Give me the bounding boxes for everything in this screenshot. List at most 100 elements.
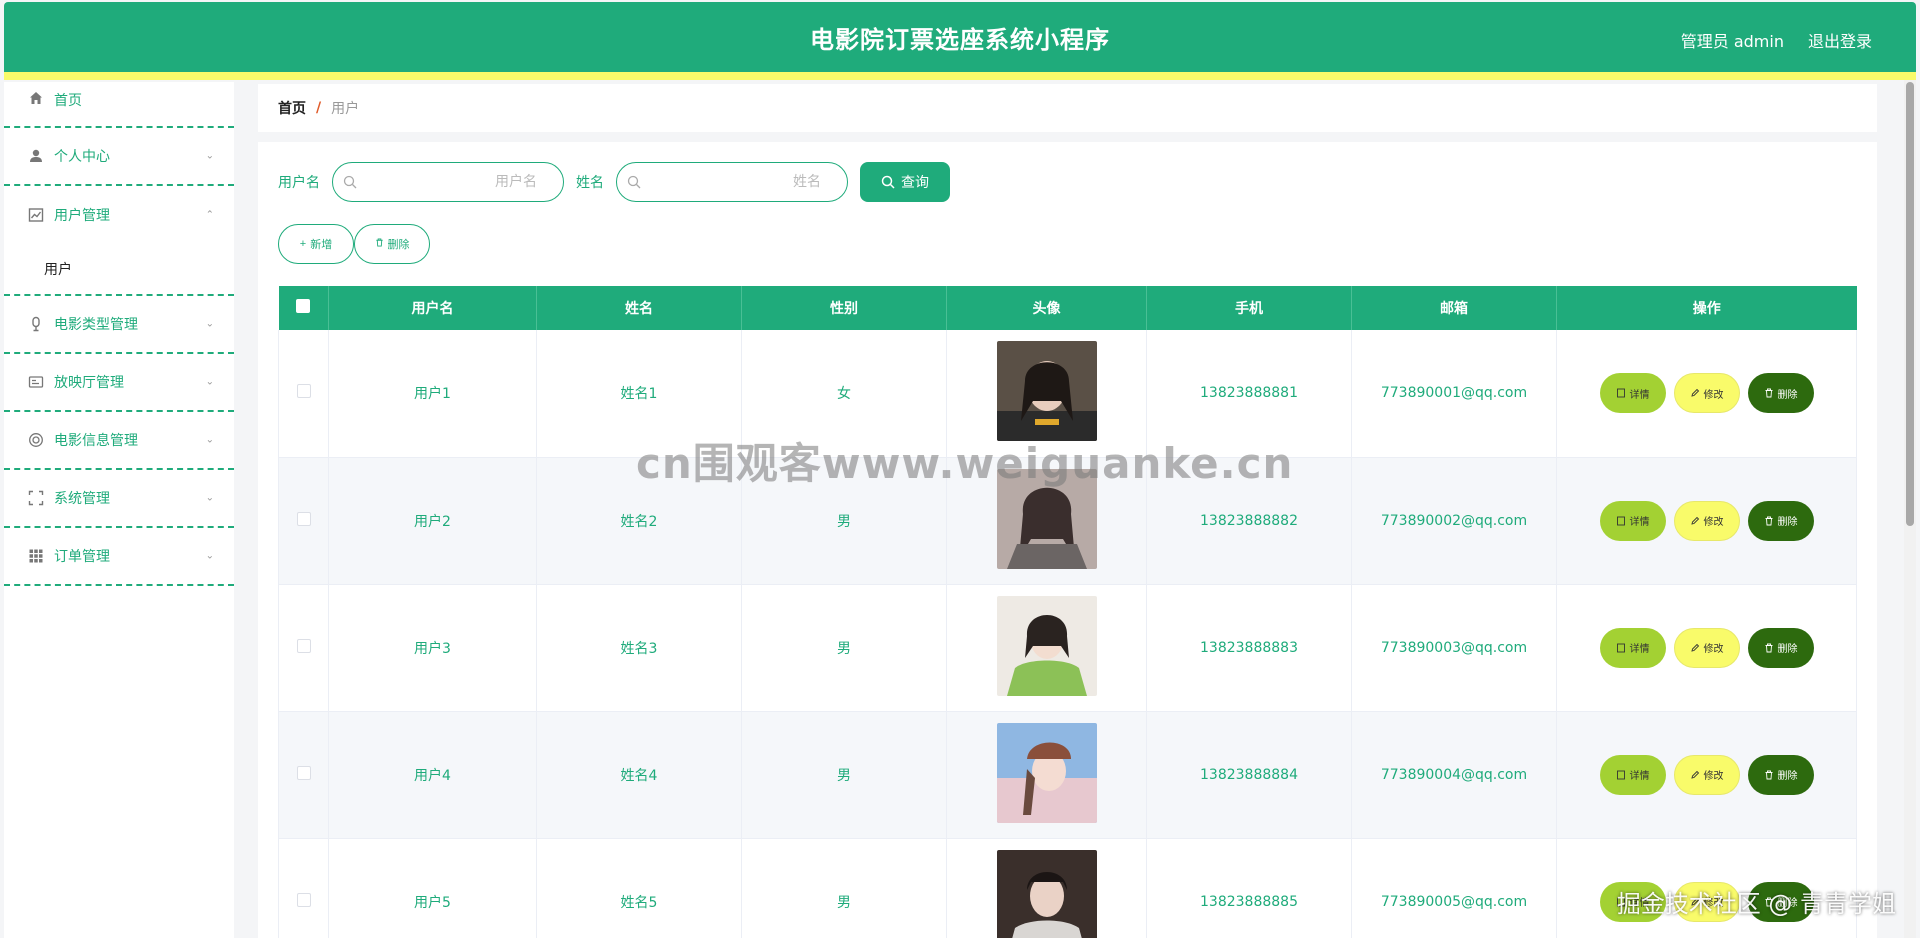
select-all-checkbox[interactable] <box>296 299 311 313</box>
mic-icon <box>28 316 44 332</box>
scrollbar-thumb[interactable] <box>1906 82 1914 526</box>
page-scrollbar[interactable] <box>1904 80 1916 938</box>
search-icon <box>627 175 641 189</box>
cell-email: 773890003@qq.com <box>1351 584 1557 712</box>
edit-button[interactable]: 修改 <box>1673 500 1740 541</box>
add-button[interactable]: + 新增 <box>278 224 354 264</box>
row-checkbox[interactable] <box>296 511 311 526</box>
chevron-down-icon: ⌄ <box>205 434 214 446</box>
delete-label: 删除 <box>1777 644 1798 655</box>
sidebar-item-movie-type[interactable]: 电影类型管理 ⌄ <box>4 296 234 354</box>
delete-button[interactable]: 删除 <box>1747 754 1814 795</box>
query-button[interactable]: 查询 <box>860 162 950 202</box>
sidebar-item-home[interactable]: 首页 <box>4 82 234 128</box>
edit-label: 修改 <box>1703 771 1724 782</box>
sidebar-item-movie-info[interactable]: 电影信息管理 ⌄ <box>4 412 234 470</box>
avatar[interactable] <box>996 849 1097 938</box>
cell-gender: 男 <box>741 584 947 712</box>
sidebar-item-user-management[interactable]: 用户管理 ⌃ <box>4 186 234 244</box>
cell-phone: 13823888884 <box>1146 711 1352 839</box>
document-icon <box>1616 770 1625 779</box>
header-accent-bar <box>4 72 1916 80</box>
chevron-down-icon: ⌄ <box>205 376 214 388</box>
table-row: 用户1 姓名1 女 13823888881 773890001@qq.com 详… <box>278 330 1857 458</box>
top-header: 电影院订票选座系统小程序 管理员 admin 退出登录 <box>4 2 1916 74</box>
chevron-down-icon: ⌄ <box>205 550 214 562</box>
sidebar-item-hall[interactable]: 放映厅管理 ⌄ <box>4 354 234 412</box>
row-checkbox[interactable] <box>296 384 311 399</box>
cell-phone: 13823888883 <box>1146 584 1352 712</box>
edit-button[interactable]: 修改 <box>1673 754 1740 795</box>
detail-label: 详情 <box>1629 771 1650 782</box>
select-all-cell <box>278 286 329 330</box>
sidebar-subitem-users[interactable]: 用户 <box>4 244 234 294</box>
avatar[interactable] <box>996 595 1097 696</box>
plus-icon: + <box>299 238 307 250</box>
sidebar-item-label: 电影信息管理 <box>54 433 138 449</box>
delete-button[interactable]: 删除 <box>1747 500 1814 541</box>
cell-username: 用户2 <box>328 457 537 585</box>
delete-label: 删除 <box>1777 517 1798 528</box>
admin-label[interactable]: 管理员 admin <box>1681 28 1784 52</box>
row-actions: 详情 修改 删除 <box>1557 881 1856 922</box>
document-icon <box>1616 516 1625 525</box>
breadcrumb-current: 用户 <box>331 101 360 117</box>
cell-gender: 男 <box>741 457 947 585</box>
sidebar-item-label: 放映厅管理 <box>54 375 124 391</box>
breadcrumb-home[interactable]: 首页 <box>278 98 306 118</box>
home-icon <box>28 90 44 106</box>
sidebar-item-label: 用户管理 <box>54 208 110 224</box>
cell-gender: 女 <box>741 330 947 458</box>
detail-button[interactable]: 详情 <box>1599 500 1666 541</box>
detail-button[interactable]: 详情 <box>1599 627 1666 668</box>
sidebar-item-orders[interactable]: 订单管理 ⌄ <box>4 528 234 586</box>
pencil-icon <box>1690 389 1699 397</box>
card-icon <box>28 374 44 390</box>
username-label: 用户名 <box>278 175 320 191</box>
pencil-icon <box>1690 897 1699 906</box>
cell-email: 773890001@qq.com <box>1351 330 1557 458</box>
sidebar-item-personal-center[interactable]: 个人中心 ⌄ <box>4 128 234 186</box>
cell-username: 用户4 <box>328 711 537 839</box>
logout-link[interactable]: 退出登录 <box>1808 28 1872 52</box>
username-search-input[interactable] <box>363 163 553 201</box>
edit-label: 修改 <box>1703 644 1724 655</box>
chevron-down-icon: ⌄ <box>205 150 214 162</box>
column-header: 性别 <box>741 286 947 330</box>
cell-name: 姓名3 <box>536 584 742 712</box>
delete-button[interactable]: 删除 <box>1747 373 1814 414</box>
detail-button[interactable]: 详情 <box>1599 373 1666 414</box>
row-checkbox[interactable] <box>296 638 311 653</box>
cell-email: 773890005@qq.com <box>1351 838 1557 938</box>
delete-button[interactable]: 删除 <box>1747 627 1814 668</box>
cell-username: 用户5 <box>328 838 537 938</box>
trash-icon <box>1765 516 1772 525</box>
cell-username: 用户1 <box>328 330 537 458</box>
user-icon <box>28 148 44 164</box>
sidebar-item-system[interactable]: 系统管理 ⌄ <box>4 470 234 528</box>
name-search-input[interactable] <box>647 163 837 201</box>
avatar[interactable] <box>996 468 1097 569</box>
edit-button[interactable]: 修改 <box>1673 881 1740 922</box>
detail-label: 详情 <box>1629 389 1650 401</box>
detail-button[interactable]: 详情 <box>1599 754 1666 795</box>
query-button-label: 查询 <box>901 174 929 190</box>
avatar[interactable] <box>996 722 1097 823</box>
trash-icon <box>1765 388 1772 398</box>
sidebar-item-label: 电影类型管理 <box>54 317 138 333</box>
edit-button[interactable]: 修改 <box>1673 627 1740 668</box>
row-checkbox[interactable] <box>296 765 311 780</box>
delete-button[interactable]: 删除 <box>1747 881 1814 922</box>
circle-icon <box>28 432 44 448</box>
document-icon <box>1616 643 1625 652</box>
avatar[interactable] <box>996 341 1097 442</box>
cell-gender: 男 <box>741 838 947 938</box>
user-table: 用户名 姓名 性别 头像 手机 邮箱 操作 用户1 姓名1 女 13823888… <box>278 286 1857 938</box>
row-checkbox[interactable] <box>296 892 311 907</box>
detail-button[interactable]: 详情 <box>1599 881 1666 922</box>
header-user-area: 管理员 admin 退出登录 <box>1681 28 1872 52</box>
sidebar-item-label: 首页 <box>54 93 82 109</box>
edit-button[interactable]: 修改 <box>1673 373 1740 414</box>
batch-delete-button[interactable]: 删除 <box>354 224 430 264</box>
cell-gender: 男 <box>741 711 947 839</box>
